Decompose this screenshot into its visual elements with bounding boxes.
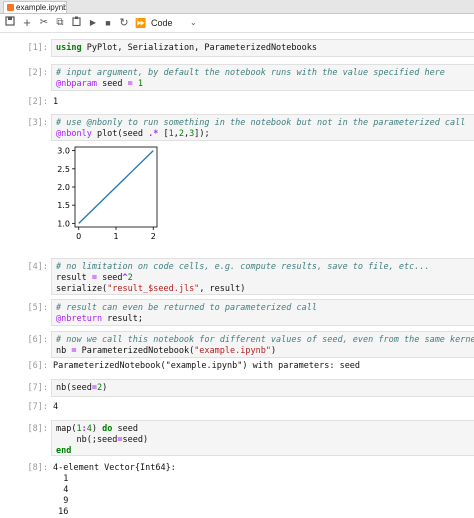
- save-icon[interactable]: [3, 16, 17, 30]
- output-prompt: [8]:: [27, 463, 48, 473]
- code-cell-4[interactable]: # no limitation on code cells, e.g. comp…: [51, 258, 474, 295]
- code-comment: # use @nbonly to run something in the no…: [56, 118, 466, 128]
- run-all-icon[interactable]: ⏩: [134, 16, 148, 30]
- add-cell-icon[interactable]: +: [20, 16, 34, 30]
- code-comment: # result can even be returned to paramet…: [56, 303, 317, 313]
- output-line: 4: [53, 485, 69, 495]
- notebook-area: [1]: using PyPlot, Serialization, Parame…: [0, 33, 474, 517]
- output-text: 4: [53, 402, 59, 412]
- y-tick-label: 2.0: [57, 183, 70, 192]
- code-text: seed: [112, 424, 138, 434]
- notebook-tab[interactable]: example.ipynb: [3, 1, 67, 13]
- line-plot: 0 1 2 1.0 1.5 2.0 2.5 3.0: [57, 146, 158, 241]
- code-text: [: [158, 129, 169, 139]
- y-tick-label: 1.0: [57, 219, 70, 228]
- code-text: nb: [56, 346, 72, 356]
- input-prompt: [5]:: [27, 303, 48, 313]
- code-text: nb(seed: [56, 383, 92, 393]
- code-text: ): [102, 383, 108, 393]
- code-cell-8[interactable]: map(1:4) do seed nb(;seed=seed) end: [51, 420, 474, 456]
- code-text: ): [270, 346, 277, 356]
- input-prompt: [6]:: [27, 335, 48, 345]
- code-text: seed: [96, 273, 123, 283]
- code-text: ): [91, 424, 103, 434]
- code-text: nb(;seed: [56, 435, 118, 445]
- code-cell-5[interactable]: # result can even be returned to paramet…: [51, 299, 474, 326]
- input-prompt: [3]:: [27, 118, 48, 128]
- code-macro: @nbparam: [56, 79, 97, 89]
- output-prompt: [7]:: [27, 402, 48, 412]
- code-comment: # now we call this notebook for differen…: [56, 335, 474, 345]
- code-cell-6[interactable]: # now we call this notebook for differen…: [51, 331, 474, 358]
- code-text: , result): [199, 284, 246, 294]
- code-cell-3[interactable]: # use @nbonly to run something in the no…: [51, 114, 474, 141]
- output-text: ParameterizedNotebook("example.ipynb") w…: [53, 361, 361, 371]
- code-text: ParameterizedNotebook(: [76, 346, 195, 356]
- code-number: 2: [127, 273, 133, 283]
- x-tick-label: 2: [151, 232, 156, 241]
- tab-bar: example.ipynb: [0, 0, 474, 14]
- chevron-down-icon[interactable]: ⌄: [190, 16, 197, 30]
- code-keyword: end: [56, 446, 72, 456]
- code-comment: # input argument, by default the noteboo…: [56, 68, 445, 78]
- output-line: 4-element Vector{Int64}:: [53, 463, 176, 473]
- run-icon[interactable]: ▶: [86, 16, 100, 30]
- code-text: seed: [96, 79, 128, 89]
- code-number: 1: [132, 79, 144, 89]
- code-operator: .*: [148, 129, 159, 139]
- code-cell-1[interactable]: using PyPlot, Serialization, Parameteriz…: [51, 39, 474, 57]
- paste-icon[interactable]: [69, 16, 83, 30]
- code-text: plot(seed: [91, 129, 149, 139]
- tab-title: example.ipynb: [16, 3, 67, 12]
- output-line: 16: [53, 507, 69, 517]
- output-line: 1: [53, 474, 69, 484]
- restart-icon[interactable]: ↻: [117, 16, 131, 30]
- input-prompt: [4]:: [27, 262, 48, 272]
- code-keyword: using: [56, 43, 82, 53]
- y-tick-label: 1.5: [57, 201, 70, 210]
- output-text: 1: [53, 97, 59, 107]
- y-tick-label: 3.0: [57, 147, 70, 156]
- output-prompt: [6]:: [27, 361, 48, 371]
- code-cell-2[interactable]: # input argument, by default the noteboo…: [51, 64, 474, 91]
- code-keyword: do: [102, 424, 113, 434]
- code-string: "result_$seed.jls": [107, 284, 200, 294]
- code-string: "example.ipynb": [194, 346, 271, 356]
- notebook-icon: [7, 4, 14, 11]
- input-prompt: [7]:: [27, 383, 48, 393]
- code-text: serialize(: [56, 284, 108, 294]
- input-prompt: [8]:: [27, 424, 48, 434]
- code-macro: @nbonly: [56, 129, 92, 139]
- plot-output: 0 1 2 1.0 1.5 2.0 2.5 3.0: [53, 141, 165, 245]
- code-text: seed): [122, 435, 149, 445]
- code-text: PyPlot, Serialization, ParameterizedNote…: [81, 43, 317, 53]
- output-prompt: [2]:: [27, 97, 48, 107]
- code-cell-7[interactable]: nb(seed=2): [51, 379, 474, 397]
- code-text: map(: [56, 424, 77, 434]
- input-prompt: [2]:: [27, 68, 48, 78]
- cut-icon[interactable]: ✂: [37, 16, 51, 30]
- output-text: 4-element Vector{Int64}: 1 4 9 16: [53, 463, 176, 518]
- x-tick-label: 1: [113, 232, 118, 241]
- code-text: ]);: [194, 129, 210, 139]
- notebook-toolbar: + ✂ ⧉ ▶ ■ ↻ ⏩ Code ⌄: [0, 14, 474, 33]
- series-line: [78, 150, 154, 224]
- x-tick-label: 0: [76, 232, 81, 241]
- code-text: result;: [102, 314, 144, 324]
- copy-icon[interactable]: ⧉: [53, 16, 67, 30]
- output-line: 9: [53, 496, 69, 506]
- y-tick-label: 2.5: [57, 165, 70, 174]
- code-comment: # no limitation on code cells, e.g. comp…: [56, 262, 430, 272]
- input-prompt: [1]:: [27, 43, 48, 53]
- code-macro: @nbreturn: [56, 314, 103, 324]
- code-text: result: [56, 273, 92, 283]
- stop-icon[interactable]: ■: [101, 16, 115, 30]
